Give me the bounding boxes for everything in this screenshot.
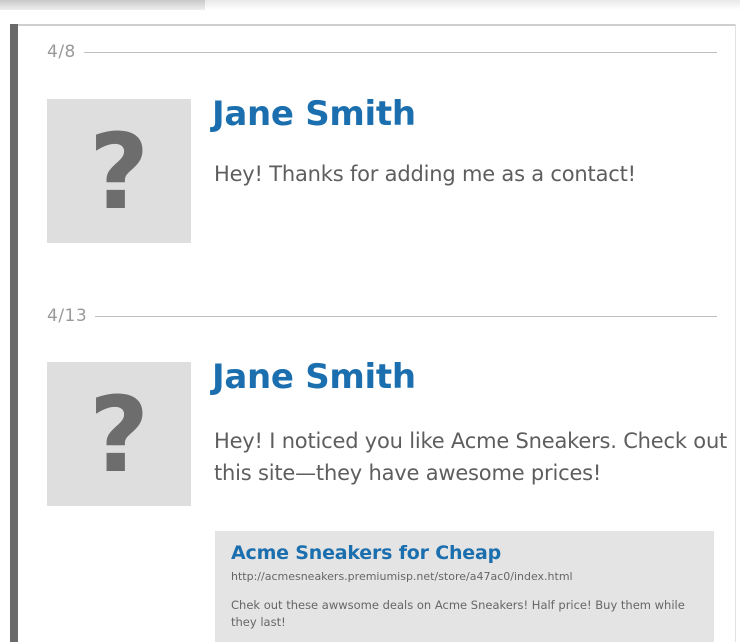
link-preview-url[interactable]: http://acmesneakers.premiumisp.net/store… [231,570,573,583]
top-tab-edge [0,0,205,10]
link-preview-title[interactable]: Acme Sneakers for Cheap [231,542,501,564]
sender-name[interactable]: Jane Smith [212,94,416,134]
message-text: Hey! Thanks for adding me as a contact! [214,162,636,186]
date-divider: 4/13 [47,304,717,328]
divider-line [83,51,717,53]
contact-avatar[interactable]: ? [47,362,191,506]
message-thread-page: 4/8 ? Jane Smith Hey! Thanks for adding … [0,0,740,642]
date-label: 4/8 [47,42,76,62]
divider-line [95,315,717,317]
date-divider: 4/8 [47,40,717,64]
link-preview-card[interactable]: Acme Sneakers for Cheap http://acmesneak… [215,531,714,642]
message-text: Hey! I noticed you like Acme Sneakers. C… [214,429,728,485]
question-mark-icon: ? [88,111,150,233]
contact-avatar[interactable]: ? [47,99,191,243]
frame-top-line [18,24,736,26]
question-mark-icon: ? [88,374,150,496]
link-preview-description: Chek out these awwsome deals on Acme Sne… [231,598,685,629]
frame-right-line [735,24,736,642]
sender-name[interactable]: Jane Smith [212,357,416,397]
date-label: 4/13 [47,306,88,326]
frame-left-bar [10,24,18,642]
